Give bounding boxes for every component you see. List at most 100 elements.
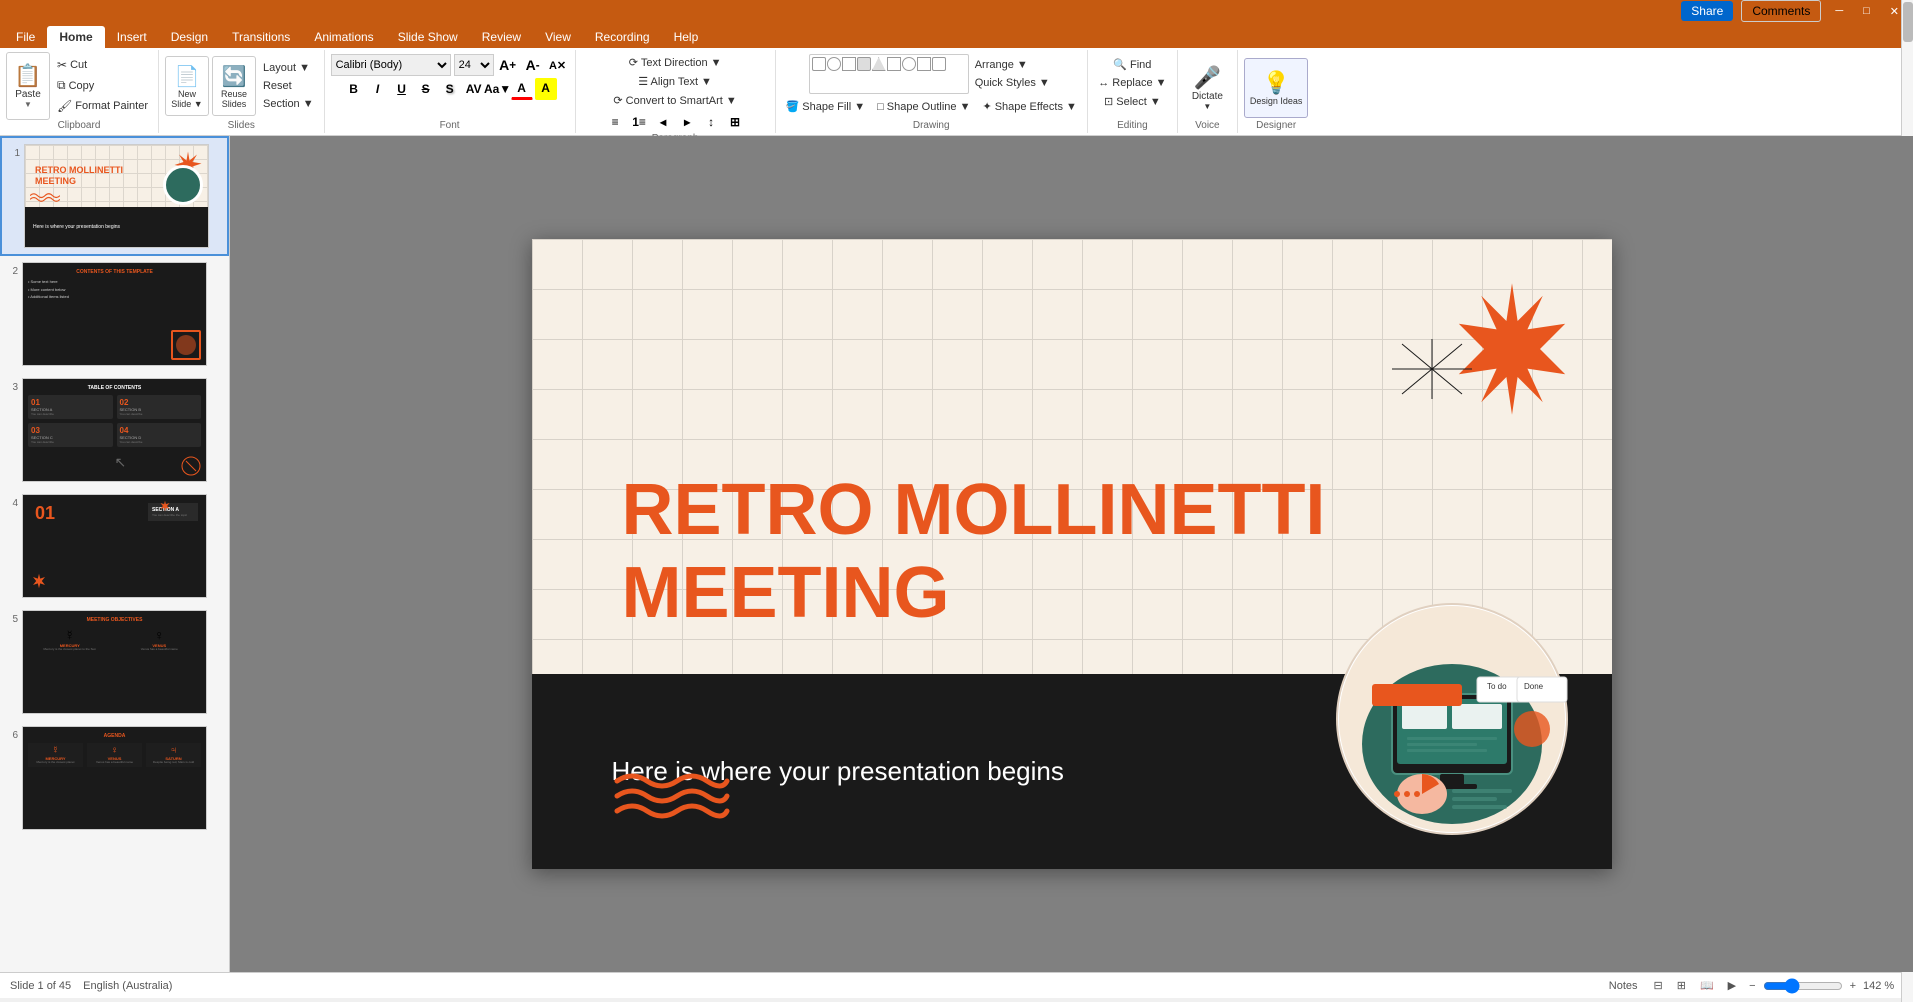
window-minimize[interactable]: ─: [1829, 3, 1849, 19]
increase-font-size-button[interactable]: A+: [497, 54, 519, 76]
slide-count: Slide 1 of 45: [10, 980, 71, 992]
find-button[interactable]: 🔍 Find: [1109, 56, 1155, 73]
canvas-area[interactable]: RETRO MOLLINETTI MEETING Here is where y…: [230, 136, 1913, 972]
slide-thumb-4[interactable]: 4 01 SECTION A You can describe the topi…: [0, 488, 229, 604]
slide-preview-3: TABLE OF CONTENTS 01 SECTION A You can d…: [22, 378, 207, 482]
designer-label: Designer: [1256, 120, 1296, 131]
dictate-button[interactable]: 🎤 Dictate ▼: [1185, 58, 1229, 118]
reset-button[interactable]: Reset: [259, 78, 318, 94]
reuse-slides-button[interactable]: 🔄 Reuse Slides: [212, 56, 256, 116]
main-slide-canvas: RETRO MOLLINETTI MEETING Here is where y…: [532, 239, 1612, 869]
tab-slideshow[interactable]: Slide Show: [386, 26, 470, 48]
font-color-button[interactable]: A: [511, 78, 533, 100]
tab-animations[interactable]: Animations: [302, 26, 385, 48]
copy-button[interactable]: ⧉ Copy: [53, 76, 152, 95]
shape-fill-button[interactable]: 🪣 Shape Fill ▼: [782, 98, 870, 115]
select-button[interactable]: ⊡ Select ▼: [1100, 93, 1165, 110]
decrease-font-size-button[interactable]: A-: [522, 54, 544, 76]
font-label: Font: [440, 120, 460, 131]
strikethrough-button[interactable]: S: [415, 78, 437, 100]
bullets-button[interactable]: ≡: [604, 111, 626, 133]
change-case-button[interactable]: Aa▼: [487, 78, 509, 100]
highlight-button[interactable]: A: [535, 78, 557, 100]
paste-button[interactable]: 📋 Paste ▼: [6, 52, 50, 120]
zoom-slider[interactable]: [1763, 978, 1843, 994]
ribbon-tabs-bar: File Home Insert Design Transitions Anim…: [0, 22, 1913, 48]
drawing-group: Arrange ▼ Quick Styles ▼ 🪣 Shape Fill ▼ …: [776, 50, 1088, 133]
tab-transitions[interactable]: Transitions: [220, 26, 302, 48]
reading-view-button[interactable]: 📖: [1696, 977, 1718, 994]
increase-indent-button[interactable]: ▸: [676, 111, 698, 133]
comments-button[interactable]: Comments: [1741, 0, 1821, 22]
font-size-select[interactable]: 24: [454, 54, 494, 76]
slide-preview-5: MEETING OBJECTIVES ☿ MERCURY Mercury is …: [22, 610, 207, 714]
replace-button[interactable]: ↔ Replace ▼: [1094, 75, 1170, 91]
quick-styles-button[interactable]: Quick Styles ▼: [971, 75, 1054, 91]
align-text-button[interactable]: ☰ Align Text ▼: [634, 73, 716, 90]
slide-preview-2: CONTENTS OF THIS TEMPLATE • Some text he…: [22, 262, 207, 366]
design-ideas-button[interactable]: 💡 Design Ideas: [1244, 58, 1309, 118]
font-name-select[interactable]: Calibri (Body): [331, 54, 451, 76]
tab-design[interactable]: Design: [159, 26, 220, 48]
cut-button[interactable]: ✂ Cut: [53, 56, 152, 74]
convert-smartart-button[interactable]: ⟳ Convert to SmartArt ▼: [609, 92, 740, 109]
underline-button[interactable]: U: [391, 78, 413, 100]
paragraph-group: ⟳ Text Direction ▼ ☰ Align Text ▼ ⟳ Conv…: [576, 50, 776, 133]
zoom-level[interactable]: 142 %: [1863, 980, 1903, 992]
starburst-lines: [1392, 339, 1472, 399]
slide-thumb-1[interactable]: 1 RETRO MOLLINETTIMEETING Here is where …: [0, 136, 229, 256]
wave-decoration: [612, 766, 732, 829]
window-maximize[interactable]: □: [1857, 3, 1876, 19]
tab-review[interactable]: Review: [470, 26, 533, 48]
italic-button[interactable]: I: [367, 78, 389, 100]
shape-outline-button[interactable]: □ Shape Outline ▼: [873, 99, 974, 115]
tab-insert[interactable]: Insert: [105, 26, 159, 48]
shadow-button[interactable]: S: [439, 78, 461, 100]
language: English (Australia): [83, 980, 172, 992]
voice-label: Voice: [1195, 120, 1219, 131]
layout-button[interactable]: Layout ▼: [259, 60, 318, 76]
ribbon: 📋 Paste ▼ ✂ Cut ⧉ Copy 🖌: [0, 48, 1913, 136]
editing-label: Editing: [1117, 120, 1148, 131]
columns-button[interactable]: ⊞: [724, 111, 746, 133]
section-button[interactable]: Section ▼: [259, 96, 318, 112]
font-group: Calibri (Body) 24 A+ A- A✕ B I U S S AV …: [325, 50, 576, 133]
main-area: 1 RETRO MOLLINETTIMEETING Here is where …: [0, 136, 1913, 972]
slide-thumb-5[interactable]: 5 MEETING OBJECTIVES ☿ MERCURY Mercury i…: [0, 604, 229, 720]
share-button[interactable]: Share: [1681, 1, 1733, 21]
notes-button[interactable]: Notes: [1603, 978, 1644, 994]
tab-file[interactable]: File: [4, 26, 47, 48]
slide-thumb-6[interactable]: 6 AGENDA ☿ MERCURY Mercury is the closes…: [0, 720, 229, 836]
slide-thumb-2[interactable]: 2 CONTENTS OF THIS TEMPLATE • Some text …: [0, 256, 229, 372]
svg-text:To do: To do: [1487, 682, 1507, 691]
bold-button[interactable]: B: [343, 78, 365, 100]
tab-home[interactable]: Home: [47, 26, 104, 48]
arrange-button[interactable]: Arrange ▼: [971, 57, 1054, 73]
clear-format-button[interactable]: A✕: [547, 54, 569, 76]
slide-preview-6: AGENDA ☿ MERCURY Mercury is the closest …: [22, 726, 207, 830]
slide-panel: 1 RETRO MOLLINETTIMEETING Here is where …: [0, 136, 230, 972]
svg-text:Done: Done: [1524, 682, 1544, 691]
editing-group: 🔍 Find ↔ Replace ▼ ⊡ Select ▼ Editing: [1088, 50, 1178, 133]
char-spacing-button[interactable]: AV: [463, 78, 485, 100]
circle-illustration: To do Done: [1332, 599, 1572, 839]
slideshow-button[interactable]: ▶: [1724, 977, 1740, 994]
shape-effects-button[interactable]: ✦ Shape Effects ▼: [978, 98, 1080, 115]
numbering-button[interactable]: 1≡: [628, 111, 650, 133]
text-direction-button[interactable]: ⟳ Text Direction ▼: [625, 54, 726, 71]
decrease-indent-button[interactable]: ◂: [652, 111, 674, 133]
tab-view[interactable]: View: [533, 26, 583, 48]
format-painter-button[interactable]: 🖌 Format Painter: [53, 97, 152, 115]
slide-thumb-3[interactable]: 3 TABLE OF CONTENTS 01 SECTION A You can…: [0, 372, 229, 488]
clipboard-label: Clipboard: [58, 120, 101, 131]
slide-main-title[interactable]: RETRO MOLLINETTI MEETING: [622, 469, 1326, 635]
status-bar: Slide 1 of 45 English (Australia) Notes …: [0, 972, 1913, 998]
zoom-out-button[interactable]: −: [1746, 980, 1758, 992]
new-slide-button[interactable]: 📄 New Slide ▼: [165, 56, 209, 116]
tab-help[interactable]: Help: [662, 26, 711, 48]
slide-sorter-button[interactable]: ⊞: [1673, 977, 1690, 994]
normal-view-button[interactable]: ⊟: [1650, 977, 1667, 994]
line-spacing-button[interactable]: ↕: [700, 111, 722, 133]
tab-recording[interactable]: Recording: [583, 26, 662, 48]
zoom-in-button[interactable]: +: [1847, 980, 1859, 992]
